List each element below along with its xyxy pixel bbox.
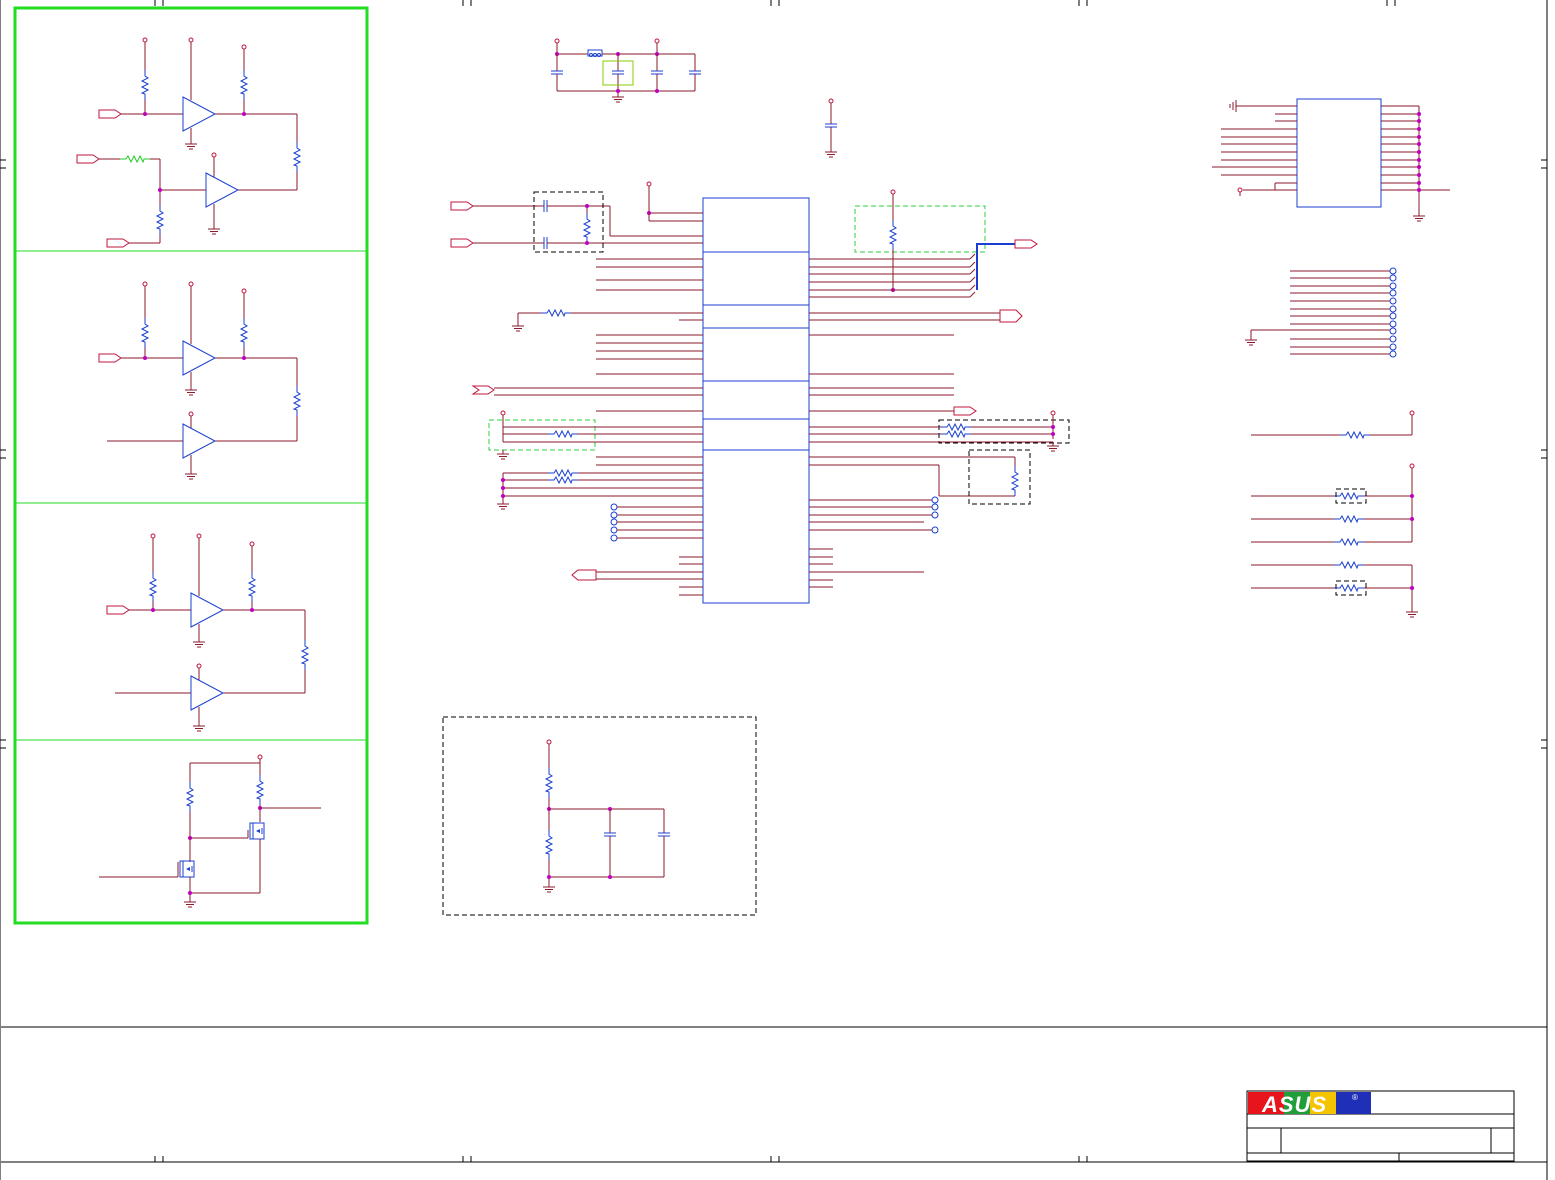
registered-mark: ® — [1352, 1093, 1358, 1102]
asus-logo: ASUS ® — [1248, 1092, 1371, 1117]
ic-right-pins — [809, 189, 1070, 588]
opamp-section-2 — [98, 281, 301, 480]
mosfet-section — [99, 754, 321, 908]
pullup-resistor — [1251, 410, 1415, 439]
pin-header — [1244, 267, 1397, 358]
single-decoupling-cap — [824, 98, 838, 158]
strap-resistors — [1251, 463, 1419, 618]
schematic-canvas: ASUS ® — [0, 0, 1548, 1180]
right-ic — [1212, 98, 1450, 222]
opamp-section-3 — [106, 533, 309, 732]
main-ic — [702, 197, 810, 604]
ic-left-pins — [450, 181, 703, 596]
title-block: ASUS ® — [1246, 1090, 1515, 1162]
opamp-section-1 — [76, 37, 301, 248]
logo-text: ASUS — [1261, 1092, 1327, 1117]
decoupling-cap-bank — [550, 38, 702, 103]
reset-circuit-box — [442, 716, 757, 916]
